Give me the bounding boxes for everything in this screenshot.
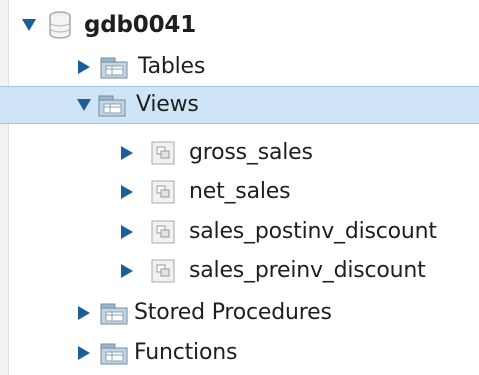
views-label: Views bbox=[136, 92, 199, 117]
expand-right-arrow-icon[interactable] bbox=[120, 225, 134, 239]
schema-label: gdb0041 bbox=[84, 11, 197, 38]
expand-down-arrow-icon[interactable] bbox=[22, 18, 36, 32]
view-label: net_sales bbox=[189, 179, 291, 204]
tree-item-views[interactable]: Views bbox=[0, 86, 479, 124]
expand-down-arrow-icon[interactable] bbox=[77, 98, 91, 112]
expand-right-arrow-icon[interactable] bbox=[120, 185, 134, 199]
view-icon bbox=[151, 180, 175, 204]
tree-item-functions[interactable]: Functions bbox=[0, 334, 479, 372]
expand-right-arrow-icon[interactable] bbox=[77, 346, 91, 360]
expand-right-arrow-icon[interactable] bbox=[77, 306, 91, 320]
view-icon bbox=[151, 220, 175, 244]
tree-item-schema[interactable]: gdb0041 bbox=[0, 6, 479, 44]
view-label: sales_preinv_discount bbox=[189, 258, 426, 283]
folder-icon bbox=[100, 55, 128, 79]
tree-item-view[interactable]: net_sales bbox=[0, 173, 479, 211]
expand-right-arrow-icon[interactable] bbox=[77, 60, 91, 74]
tree-item-view[interactable]: sales_postinv_discount bbox=[0, 213, 479, 251]
view-label: gross_sales bbox=[189, 140, 313, 165]
tree-item-view[interactable]: sales_preinv_discount bbox=[0, 252, 479, 290]
functions-label: Functions bbox=[134, 340, 238, 365]
tree-item-stored-procedures[interactable]: Stored Procedures bbox=[0, 294, 479, 332]
folder-icon bbox=[100, 341, 128, 365]
database-icon bbox=[48, 11, 72, 39]
expand-right-arrow-icon[interactable] bbox=[120, 264, 134, 278]
view-icon bbox=[151, 141, 175, 165]
tree-item-tables[interactable]: Tables bbox=[0, 48, 479, 86]
stored-procedures-label: Stored Procedures bbox=[134, 300, 332, 325]
tables-label: Tables bbox=[138, 54, 206, 79]
folder-icon bbox=[98, 93, 126, 117]
expand-right-arrow-icon[interactable] bbox=[120, 146, 134, 160]
folder-icon bbox=[100, 301, 128, 325]
tree-item-view[interactable]: gross_sales bbox=[0, 134, 479, 172]
view-icon bbox=[151, 259, 175, 283]
view-label: sales_postinv_discount bbox=[189, 219, 437, 244]
schema-navigator-tree: gdb0041 Tables Views gross_sales net_sal… bbox=[0, 0, 479, 375]
